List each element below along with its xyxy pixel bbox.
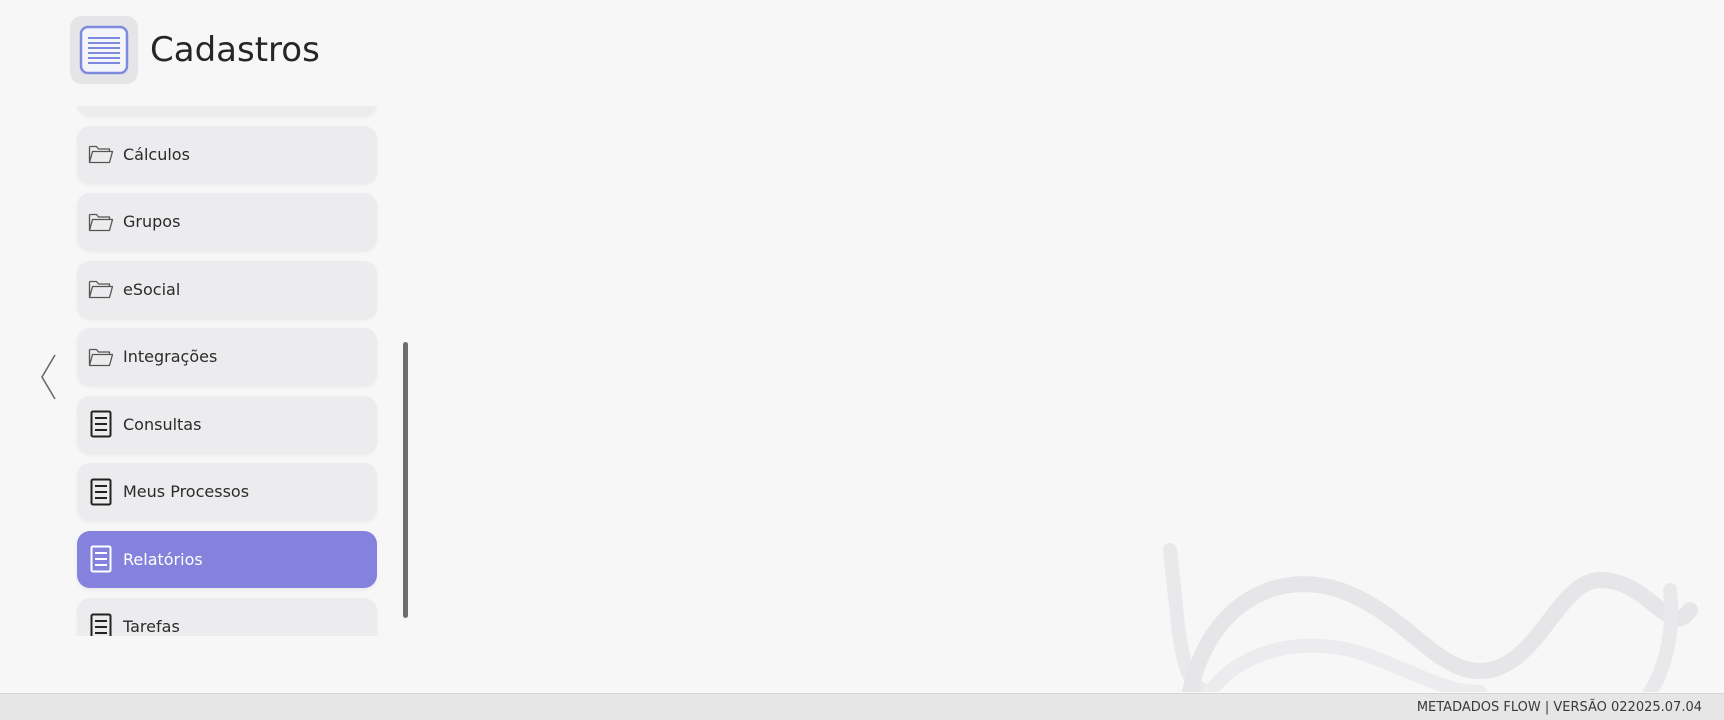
- document-icon: [87, 410, 115, 438]
- decorative-wave: [1163, 543, 1698, 692]
- menu-item-relatorios[interactable]: Relatórios: [77, 530, 377, 588]
- folder-icon: [87, 208, 115, 236]
- menu-item-esocial[interactable]: eSocial: [77, 260, 377, 318]
- menu-item-label: eSocial: [123, 279, 181, 299]
- menu-list: Cálculos Grupos eSocial Integrações Cons…: [77, 106, 377, 636]
- menu-item-label: Meus Processos: [123, 482, 250, 501]
- menu-item-meus-processos[interactable]: Meus Processos: [77, 463, 377, 520]
- menu-item-label: Relatórios: [123, 549, 203, 569]
- back-button[interactable]: [38, 352, 60, 402]
- folder-icon: [87, 275, 115, 303]
- menu-item-label: Grupos: [123, 212, 181, 231]
- menu-item-label: Integrações: [123, 347, 218, 366]
- folder-icon: [87, 140, 115, 168]
- chevron-left-icon: [41, 354, 56, 400]
- version-label: METADADOS FLOW | VERSÃO 022025.07.04: [1416, 700, 1702, 715]
- menu-item-tarefas[interactable]: Tarefas: [77, 598, 377, 636]
- document-icon: [87, 545, 115, 573]
- menu-item-label: Tarefas: [123, 617, 180, 636]
- menu-item-calculos[interactable]: Cálculos: [77, 125, 377, 183]
- app-window: Cadastros Cálculos Grupos eSocial Integr…: [0, 0, 1724, 720]
- menu-item-hidden[interactable]: [77, 106, 377, 115]
- menu-scrollbar[interactable]: [403, 342, 408, 618]
- menu-scroll-area[interactable]: Cálculos Grupos eSocial Integrações Cons…: [72, 106, 382, 636]
- menu-item-label: Consultas: [123, 414, 202, 434]
- status-bar: METADADOS FLOW | VERSÃO 022025.07.04: [0, 693, 1724, 720]
- document-icon: [87, 478, 115, 506]
- menu-item-label: Cálculos: [123, 144, 190, 164]
- document-list-icon: [70, 16, 138, 84]
- menu-item-integracoes[interactable]: Integrações: [77, 328, 377, 385]
- folder-icon: [87, 343, 115, 371]
- page-title: Cadastros: [150, 30, 320, 70]
- document-icon: [87, 613, 115, 636]
- menu-item-grupos[interactable]: Grupos: [77, 193, 377, 250]
- page-header: Cadastros: [70, 16, 320, 84]
- menu-item-consultas[interactable]: Consultas: [77, 395, 377, 453]
